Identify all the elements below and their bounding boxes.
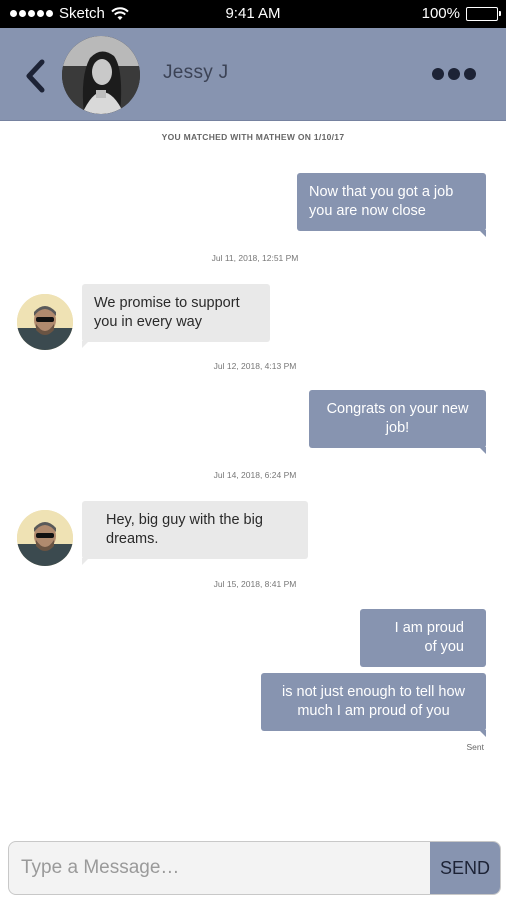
message-text: much I am proud of you (297, 703, 450, 719)
contact-avatar[interactable] (62, 36, 140, 114)
send-button[interactable]: SEND (430, 842, 500, 894)
message-composer: SEND (8, 841, 501, 895)
status-right: 100% (421, 5, 501, 22)
delivery-status: Sent (466, 742, 485, 752)
message-text: Hey, big guy with the big (106, 512, 263, 528)
message-text: you are now close (309, 203, 426, 219)
message-bubble-outgoing: I am proud of you (360, 609, 486, 667)
message-bubble-outgoing: is not just enough to tell how much I am… (261, 673, 486, 737)
sender-avatar[interactable] (17, 510, 73, 566)
message-text: I am proud (394, 620, 464, 636)
sender-avatar[interactable] (17, 294, 73, 350)
message-text: job! (385, 420, 410, 436)
message-text: of you (424, 639, 465, 655)
message-text: Now that you got a job (309, 184, 454, 200)
chevron-left-icon[interactable] (22, 56, 50, 96)
message-bubble-incoming: Hey, big guy with the big dreams. (82, 501, 308, 565)
ellipsis-icon[interactable] (430, 66, 478, 82)
chat-header: Jessy J (0, 28, 506, 121)
message-text: Congrats on your new (326, 401, 469, 417)
message-text: is not just enough to tell how (282, 684, 465, 700)
message-bubble-outgoing: Now that you got a job you are now close (297, 173, 486, 237)
message-text: you in every way (94, 314, 202, 330)
message-timestamp: Jul 15, 2018, 8:41 PM (213, 579, 297, 589)
battery-percentage: 100% (421, 5, 460, 22)
message-text: We promise to support (94, 295, 240, 311)
message-bubble-incoming: We promise to support you in every way (82, 284, 270, 348)
message-timestamp: Jul 11, 2018, 12:51 PM (211, 253, 299, 263)
message-input[interactable] (9, 842, 431, 894)
match-notice: YOU MATCHED WITH MATHEW ON 1/10/17 (161, 132, 345, 142)
message-timestamp: Jul 12, 2018, 4:13 PM (213, 361, 297, 371)
message-bubble-outgoing: Congrats on your new job! (309, 390, 486, 454)
message-text: dreams. (106, 531, 159, 547)
status-bar: Sketch 9:41 AM 100% (0, 0, 506, 28)
chat-screen: Sketch 9:41 AM 100% Jessy J YOU MATCHED … (0, 0, 506, 900)
battery-icon (466, 6, 501, 21)
message-timestamp: Jul 14, 2018, 6:24 PM (213, 470, 297, 480)
contact-name[interactable]: Jessy J (163, 62, 228, 84)
